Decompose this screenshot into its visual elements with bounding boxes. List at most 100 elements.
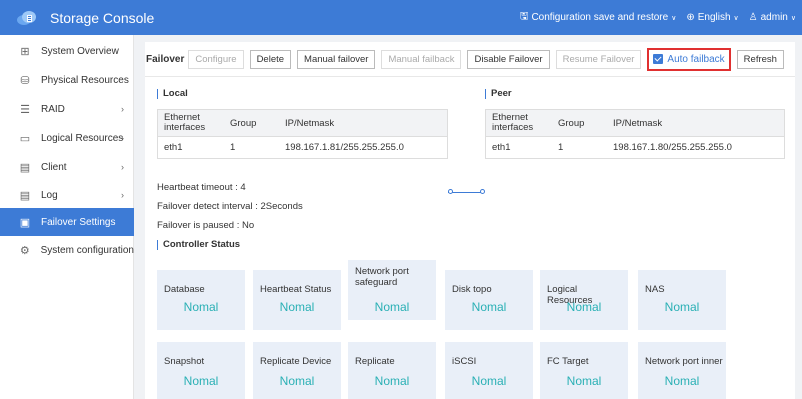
- delete-button[interactable]: Delete: [249, 49, 292, 69]
- status-card-label: Network port safeguard: [355, 266, 409, 288]
- resume-failover-button[interactable]: Resume Failover: [555, 49, 642, 69]
- status-card-label: Disk topo: [452, 284, 492, 295]
- failover-paused-text: Failover is paused : No: [157, 220, 255, 231]
- status-card-label: Snapshot: [164, 356, 205, 367]
- language-label: English: [697, 12, 731, 23]
- grid-icon: ⊞: [20, 45, 30, 58]
- sidebar-item-system-configuration[interactable]: ⚙ System configuration: [0, 236, 134, 264]
- chevron-right-icon: ›: [121, 162, 124, 172]
- failover-content: Local Ethernet interfaces Group IP/Netma…: [145, 76, 795, 399]
- status-card-label: Database: [164, 284, 205, 295]
- status-card-label: Replicate: [355, 356, 395, 367]
- peer-section-title: Peer: [485, 89, 512, 99]
- col-ip-netmask: IP/Netmask: [285, 117, 335, 129]
- auto-failback-checkbox[interactable]: Auto failback: [647, 47, 731, 71]
- sidebar-item-label: Client: [41, 161, 67, 173]
- status-card-value: Nomal: [279, 300, 315, 314]
- sidebar-item-label: System configuration: [40, 244, 134, 256]
- status-card-value: Nomal: [566, 300, 602, 314]
- status-card-value: Nomal: [566, 374, 602, 388]
- status-card-value: Nomal: [279, 374, 315, 388]
- sidebar-item-physical-resources[interactable]: ⛁ Physical Resources: [0, 66, 134, 94]
- status-card-iscsi: iSCSI Nomal: [445, 342, 533, 399]
- chevron-right-icon: ›: [121, 104, 124, 114]
- cell-group: 1: [558, 142, 564, 153]
- status-card-disk-topo: Disk topo Nomal: [445, 270, 533, 330]
- main-panel: Failover Configure Delete Manual failove…: [145, 42, 795, 399]
- sidebar-item-failover-settings[interactable]: ▣ Failover Settings: [0, 208, 134, 236]
- user-icon: ♙: [748, 12, 758, 23]
- status-card-snapshot: Snapshot Nomal: [157, 342, 245, 399]
- heartbeat-timeout-text: Heartbeat timeout : 4: [157, 182, 246, 193]
- status-card-label: iSCSI: [452, 356, 477, 367]
- status-card-network-port-safeguard: Network port safeguard Nomal: [348, 260, 436, 320]
- folder-icon: ▭: [19, 132, 31, 145]
- sidebar-item-logical-resources[interactable]: ▭ Logical Resources ›: [0, 124, 134, 152]
- sidebar-item-label: Log: [41, 189, 58, 201]
- language-menu[interactable]: ⊕ English ∨: [686, 12, 738, 23]
- manual-failback-button[interactable]: Manual failback: [381, 49, 462, 69]
- failover-icon: ▣: [19, 216, 31, 229]
- detect-interval-text: Failover detect interval : 2Seconds: [157, 201, 303, 212]
- chevron-right-icon: ›: [121, 190, 124, 200]
- table-header: Ethernet interfaces Group IP/Netmask: [158, 110, 447, 137]
- cell-group: 1: [230, 142, 236, 153]
- gear-icon: ⚙: [19, 244, 30, 257]
- col-ethernet-interfaces: Ethernet interfaces: [492, 112, 534, 133]
- status-card-nas: NAS Nomal: [638, 270, 726, 330]
- sidebar-item-label: Physical Resources: [41, 74, 129, 86]
- status-card-value: Nomal: [374, 300, 410, 314]
- sidebar-item-client[interactable]: ▤ Client ›: [0, 153, 134, 181]
- status-card-label: Heartbeat Status: [260, 284, 332, 295]
- heartbeat-link-line: [448, 192, 482, 193]
- table-header: Ethernet interfaces Group IP/Netmask: [486, 110, 784, 137]
- status-card-value: Nomal: [183, 300, 219, 314]
- controller-status-title: Controller Status: [157, 240, 240, 250]
- manual-failover-button[interactable]: Manual failover: [297, 49, 376, 69]
- local-interface-table: Ethernet interfaces Group IP/Netmask eth…: [157, 109, 448, 159]
- status-card-label: FC Target: [547, 356, 589, 367]
- disable-failover-button[interactable]: Disable Failover: [467, 49, 550, 69]
- col-ethernet-interfaces: Ethernet interfaces: [164, 112, 206, 133]
- user-label: admin: [760, 12, 788, 23]
- toolbar-title: Failover: [146, 53, 185, 65]
- client-icon: ▤: [19, 161, 31, 174]
- sidebar-item-raid[interactable]: ☰ RAID ›: [0, 95, 134, 123]
- status-card-value: Nomal: [471, 374, 507, 388]
- sidebar-item-label: Logical Resources: [41, 132, 124, 144]
- cell-iface: eth1: [492, 141, 511, 153]
- status-card-database: Database Nomal: [157, 270, 245, 330]
- peer-interface-table: Ethernet interfaces Group IP/Netmask eth…: [485, 109, 785, 159]
- chevron-down-icon: ∨: [671, 14, 677, 22]
- config-save-restore-menu[interactable]: 🖫 Configuration save and restore ∨: [520, 9, 676, 26]
- sidebar-item-log[interactable]: ▤ Log ›: [0, 181, 134, 209]
- sidebar-item-label: RAID: [41, 103, 65, 115]
- sidebar-item-label: Failover Settings: [41, 216, 116, 228]
- status-card-replicate: Replicate Nomal: [348, 342, 436, 399]
- config-save-restore-label: Configuration save and restore: [531, 12, 669, 23]
- save-icon: 🖫: [519, 11, 529, 22]
- chevron-down-icon: ∨: [733, 14, 739, 22]
- cell-ip: 198.167.1.81/255.255.255.0: [285, 142, 404, 153]
- local-section-title: Local: [157, 89, 188, 99]
- cell-iface: eth1: [164, 141, 183, 153]
- col-group: Group: [558, 117, 585, 129]
- app-title: Storage Console: [50, 9, 155, 26]
- refresh-button[interactable]: Refresh: [736, 49, 784, 69]
- status-card-value: Nomal: [183, 374, 219, 388]
- top-bar: Storage Console 🖫 Configuration save and…: [0, 0, 802, 35]
- cloud-logo-icon: [16, 10, 38, 26]
- chevron-down-icon: ∨: [790, 14, 796, 22]
- table-row: eth1 1 198.167.1.81/255.255.255.0: [158, 137, 447, 158]
- status-card-label: NAS: [645, 284, 665, 295]
- status-card-fc-target: FC Target Nomal: [540, 342, 628, 399]
- chevron-right-icon: ›: [121, 133, 124, 143]
- status-card-heartbeat-status: Heartbeat Status Nomal: [253, 270, 341, 330]
- configure-button[interactable]: Configure: [188, 49, 244, 69]
- raid-icon: ☰: [20, 103, 30, 116]
- user-menu[interactable]: ♙ admin ∨: [749, 12, 796, 23]
- status-card-replicate-device: Replicate Device Nomal: [253, 342, 341, 399]
- sidebar-item-system-overview[interactable]: ⊞ System Overview: [0, 37, 134, 65]
- status-card-label: Network port inner: [645, 356, 723, 367]
- sidebar: ⊞ System Overview ⛁ Physical Resources ☰…: [0, 35, 134, 399]
